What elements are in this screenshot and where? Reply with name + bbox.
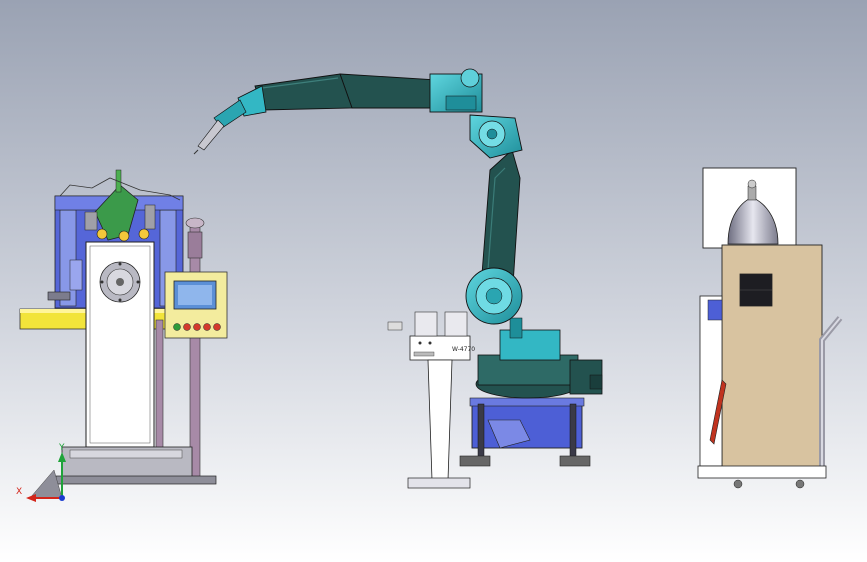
cabinet-plinth (697, 465, 827, 479)
shoulder-joint-hub (485, 287, 503, 305)
upper-arm-gearbox (445, 95, 477, 111)
controller-button (418, 341, 422, 345)
side-fitting (707, 299, 723, 321)
pipe-sleeve (187, 231, 203, 259)
touch-screen-display (178, 285, 212, 305)
feeder-roller (387, 321, 403, 331)
triad-y-label: Y (58, 443, 65, 453)
controller-model-label: W-4770 (452, 346, 475, 353)
panel-button-red[interactable] (193, 323, 201, 331)
flange-bolt (136, 280, 140, 284)
pedestal-foot (407, 477, 471, 489)
rotary-flange-hub (116, 278, 124, 286)
controller-pedestal (427, 359, 453, 481)
controller-slot (413, 351, 435, 357)
fixture-clamp-left (47, 291, 71, 301)
elbow-joint-hub (486, 128, 498, 140)
support-leg-2 (189, 219, 201, 479)
base-leg-right (569, 403, 577, 459)
clamp-knob-2 (118, 230, 130, 242)
triad-x-label: X (16, 487, 22, 497)
clamp-knob-1 (96, 228, 108, 240)
robot-shoulder (499, 329, 561, 361)
panel-button-red[interactable] (203, 323, 211, 331)
wrist-motor (460, 68, 480, 88)
panel-button-red[interactable] (213, 323, 221, 331)
base-frame-top (469, 397, 585, 407)
cad-viewport[interactable]: W-4770 Y X (0, 0, 867, 562)
wire-feeder-box (444, 311, 468, 337)
flange-bolt (118, 298, 122, 302)
base-leg-left (477, 403, 485, 459)
fixture-cylinder-2 (144, 204, 156, 230)
base-foot-left (459, 455, 491, 467)
clamp-knob-3 (138, 228, 150, 240)
panel-button-red[interactable] (183, 323, 191, 331)
support-leg-1 (155, 319, 164, 449)
pipe-cap (185, 217, 205, 229)
flange-bolt (118, 262, 122, 266)
fixture-cylinder-1 (84, 211, 98, 231)
caster-wheel (795, 479, 805, 489)
fixture-clamp-block (69, 259, 83, 291)
triad-z-axis (59, 495, 65, 501)
flange-bolt (100, 280, 104, 284)
cad-scene: W-4770 Y X (0, 0, 867, 562)
base-foot-right (559, 455, 591, 467)
dome-valve-knob (747, 179, 757, 189)
wire-spool-holder (414, 311, 438, 337)
controller-button (428, 341, 432, 345)
robot-motor-cap (589, 374, 603, 390)
panel-button-green[interactable] (173, 323, 181, 331)
fixture-column-left (59, 209, 77, 307)
caster-wheel (733, 479, 743, 489)
station-base-top (69, 449, 183, 459)
shoulder-cable-box (509, 317, 523, 339)
station-foot (55, 475, 217, 485)
